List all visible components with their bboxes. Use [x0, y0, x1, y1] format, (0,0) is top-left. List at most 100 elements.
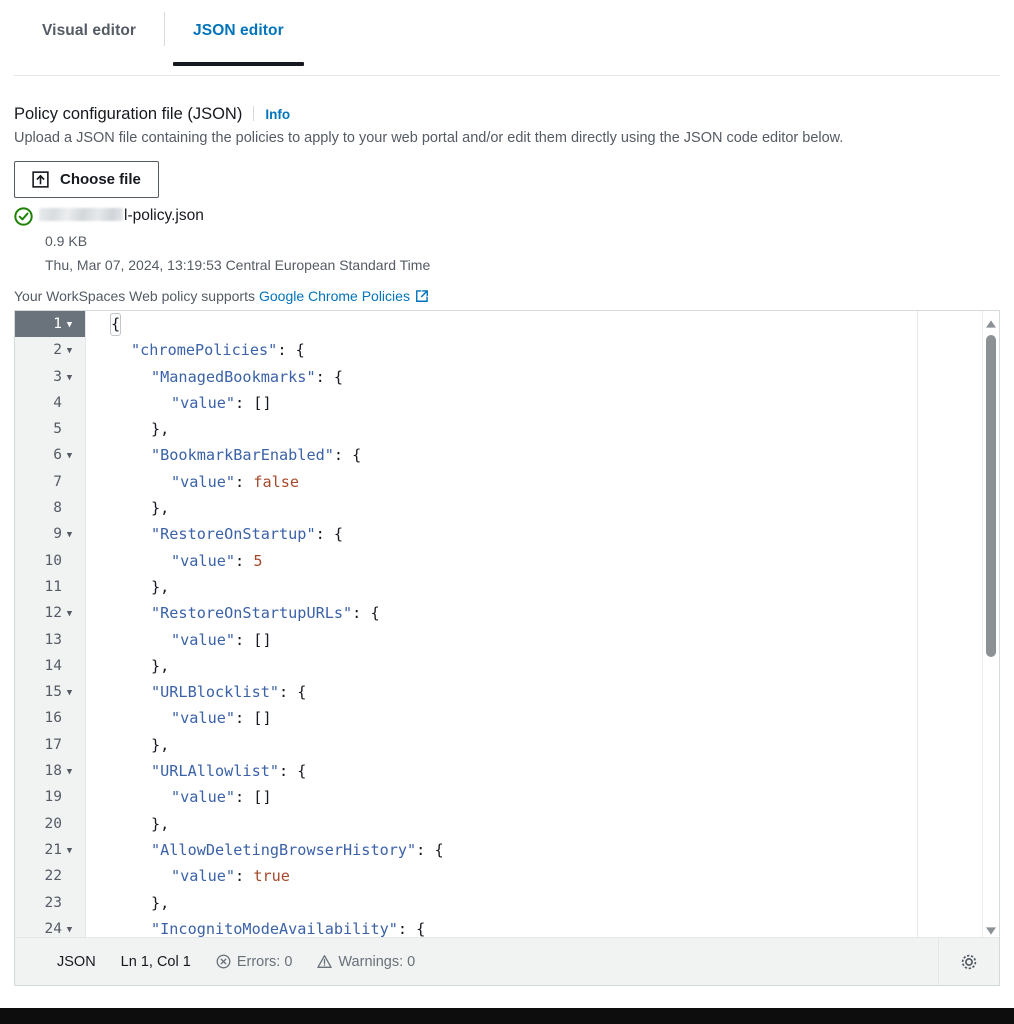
code-token-key: "value": [171, 867, 236, 886]
code-line[interactable]: "value": []: [86, 705, 999, 731]
gutter-line[interactable]: 6 ▼: [15, 442, 85, 468]
gutter-line[interactable]: 15 ▼: [15, 679, 85, 705]
fold-triangle-icon[interactable]: ▼: [62, 338, 77, 364]
editor-settings-button[interactable]: [938, 938, 999, 985]
gutter-line[interactable]: 3 ▼: [15, 364, 85, 390]
code-line[interactable]: "value": false: [86, 469, 999, 495]
code-token-punct: : {: [277, 341, 305, 360]
gutter-line[interactable]: 11▼: [15, 574, 85, 600]
tab-json-editor[interactable]: JSON editor: [165, 0, 312, 66]
gutter-line[interactable]: 24 ▼: [15, 916, 85, 939]
fold-triangle-icon[interactable]: ▼: [62, 522, 77, 548]
gutter-line[interactable]: 19▼: [15, 784, 85, 810]
code-line[interactable]: "URLAllowlist": {: [86, 758, 999, 784]
code-line[interactable]: "value": true: [86, 863, 999, 889]
gutter-line[interactable]: 5▼: [15, 416, 85, 442]
code-token-punct: : []: [235, 709, 272, 728]
code-line[interactable]: "value": []: [86, 627, 999, 653]
code-token-num: 5: [253, 551, 263, 570]
fold-triangle-icon[interactable]: ▼: [62, 601, 77, 627]
gutter-line[interactable]: 16▼: [15, 705, 85, 731]
code-line[interactable]: "value": 5: [86, 548, 999, 574]
gutter-line[interactable]: 21 ▼: [15, 837, 85, 863]
code-line[interactable]: "chromePolicies": {: [86, 337, 999, 363]
line-number: 14: [44, 657, 62, 674]
gutter-line[interactable]: 8▼: [15, 495, 85, 521]
info-link[interactable]: Info: [265, 107, 290, 122]
code-line[interactable]: "URLBlocklist": {: [86, 679, 999, 705]
external-link-icon[interactable]: [410, 289, 429, 303]
code-line[interactable]: },: [86, 495, 999, 521]
fold-triangle-icon[interactable]: ▼: [62, 680, 77, 706]
editor-gutter[interactable]: 1▼2▼3▼4▼5▼6▼7▼8▼9▼10▼11▼12▼13▼14▼15▼16▼1…: [15, 311, 86, 939]
gutter-line[interactable]: 18 ▼: [15, 758, 85, 784]
code-line[interactable]: {: [86, 311, 999, 337]
json-code-editor[interactable]: 1▼2▼3▼4▼5▼6▼7▼8▼9▼10▼11▼12▼13▼14▼15▼16▼1…: [14, 310, 1000, 986]
choose-file-button[interactable]: Choose file: [14, 161, 159, 198]
gutter-line[interactable]: 7▼: [15, 469, 85, 495]
upload-icon: [32, 171, 49, 188]
code-token-punct: },: [151, 656, 170, 675]
fold-triangle-icon[interactable]: ▼: [62, 443, 77, 469]
scroll-down-arrow-icon[interactable]: [985, 923, 997, 935]
code-token-punct: :: [235, 867, 254, 886]
status-cursor-position: Ln 1, Col 1: [120, 953, 191, 970]
gutter-line[interactable]: 9 ▼: [15, 521, 85, 547]
gutter-line[interactable]: 17▼: [15, 732, 85, 758]
google-chrome-policies-link[interactable]: Google Chrome Policies: [259, 288, 410, 304]
gutter-line[interactable]: 1 ▼: [15, 311, 85, 338]
line-number: 5: [53, 421, 62, 438]
code-line[interactable]: "RestoreOnStartupURLs": {: [86, 600, 999, 626]
editor-vertical-scrollbar[interactable]: [982, 311, 999, 939]
gutter-line[interactable]: 14▼: [15, 653, 85, 679]
supports-prefix: Your WorkSpaces Web policy supports: [14, 288, 255, 304]
code-token-key: "URLBlocklist": [151, 683, 280, 702]
code-token-punct: : {: [315, 367, 344, 386]
editor-mode-tabs: Visual editor JSON editor: [0, 0, 1014, 76]
code-line[interactable]: "ManagedBookmarks": {: [86, 364, 999, 390]
code-line[interactable]: },: [86, 890, 999, 916]
fold-triangle-icon[interactable]: ▼: [62, 759, 77, 785]
code-line[interactable]: },: [86, 653, 999, 679]
code-line[interactable]: "AllowDeletingBrowserHistory": {: [86, 837, 999, 863]
fold-triangle-icon[interactable]: ▼: [62, 838, 77, 864]
code-line[interactable]: },: [86, 574, 999, 600]
code-token-key: "AllowDeletingBrowserHistory": [151, 840, 417, 859]
code-line[interactable]: },: [86, 811, 999, 837]
gutter-line[interactable]: 20▼: [15, 811, 85, 837]
line-number: 6: [53, 447, 62, 464]
code-line[interactable]: "IncognitoModeAvailability": {: [86, 916, 999, 939]
gutter-line[interactable]: 10▼: [15, 548, 85, 574]
status-errors-label: Errors: 0: [236, 953, 293, 970]
tab-visual-editor[interactable]: Visual editor: [14, 0, 164, 62]
page-title: Policy configuration file (JSON): [14, 105, 243, 123]
code-line[interactable]: },: [86, 732, 999, 758]
line-number: 16: [44, 710, 62, 727]
uploaded-file-name: l-policy.json: [39, 206, 204, 225]
editor-viewport[interactable]: 1▼2▼3▼4▼5▼6▼7▼8▼9▼10▼11▼12▼13▼14▼15▼16▼1…: [15, 311, 999, 939]
field-description: Upload a JSON file containing the polici…: [14, 130, 844, 146]
editor-code-area[interactable]: {"chromePolicies": {"ManagedBookmarks": …: [86, 311, 999, 939]
gutter-line[interactable]: 2 ▼: [15, 337, 85, 363]
line-number: 23: [44, 894, 62, 911]
code-line[interactable]: "BookmarkBarEnabled": {: [86, 442, 999, 468]
gutter-line[interactable]: 22▼: [15, 863, 85, 889]
code-line[interactable]: },: [86, 416, 999, 442]
code-line[interactable]: "value": []: [86, 784, 999, 810]
fold-triangle-icon[interactable]: ▼: [62, 312, 77, 338]
code-line[interactable]: "value": []: [86, 390, 999, 416]
gutter-line[interactable]: 23▼: [15, 890, 85, 916]
fold-triangle-icon[interactable]: ▼: [62, 365, 77, 391]
code-token-punct: : {: [397, 919, 426, 938]
code-token-punct: : {: [279, 683, 307, 702]
gutter-line[interactable]: 13▼: [15, 627, 85, 653]
scrollbar-thumb[interactable]: [986, 335, 996, 657]
code-line[interactable]: "RestoreOnStartup": {: [86, 521, 999, 547]
code-token-key: "IncognitoModeAvailability": [151, 919, 398, 938]
success-check-icon: [14, 206, 33, 231]
code-token-key: "value": [171, 393, 236, 412]
scroll-up-arrow-icon[interactable]: [985, 316, 997, 328]
fold-triangle-icon[interactable]: ▼: [62, 917, 77, 939]
gutter-line[interactable]: 4▼: [15, 390, 85, 416]
gutter-line[interactable]: 12 ▼: [15, 600, 85, 626]
